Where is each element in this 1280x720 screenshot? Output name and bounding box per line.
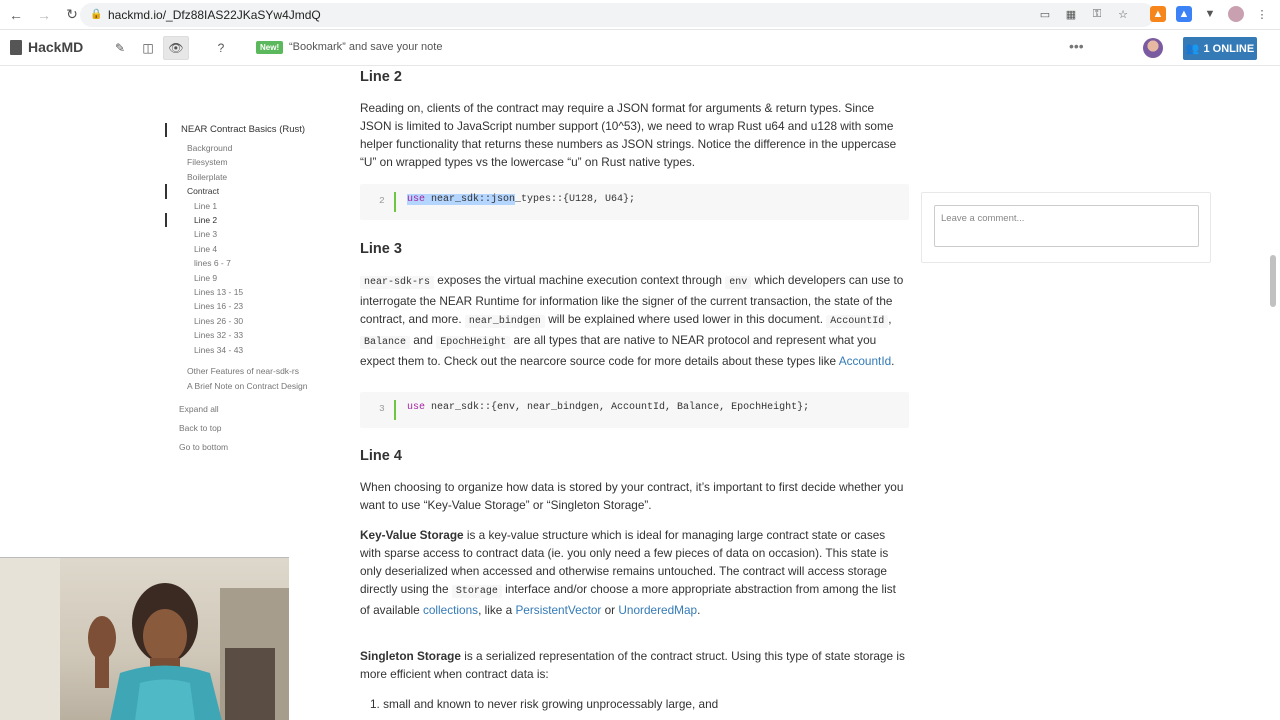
toc-item-lines-34-43[interactable]: Lines 34 - 43	[165, 343, 335, 357]
key-value-paragraph: Key-Value Storage is a key-value structu…	[360, 528, 896, 617]
scrollbar-thumb[interactable]	[1270, 255, 1276, 307]
comment-panel: Leave a comment...	[921, 192, 1211, 263]
toc-item-lines-6-7[interactable]: lines 6 - 7	[165, 256, 335, 270]
online-users-button[interactable]: 👥 1 ONLINE	[1183, 37, 1257, 60]
more-menu-icon[interactable]: •••	[1069, 38, 1084, 54]
hackmd-navbar: HackMD ✎ ◫ 👁 ? New! “Bookmark” and save …	[0, 30, 1280, 66]
star-icon[interactable]: ☆	[1116, 7, 1130, 21]
back-to-top-link[interactable]: Back to top	[165, 419, 335, 438]
heading-line-3: Line 3	[360, 241, 402, 257]
avatar[interactable]	[1143, 38, 1163, 58]
columns-icon: ◫	[142, 41, 154, 55]
toc-item-lines-13-15[interactable]: Lines 13 - 15	[165, 285, 335, 299]
code-text[interactable]: use near_sdk::{env, near_bindgen, Accoun…	[407, 402, 809, 413]
toc-item-lines-16-23[interactable]: Lines 16 - 23	[165, 299, 335, 313]
line-3-paragraph: near-sdk-rs exposes the virtual machine …	[360, 273, 904, 368]
url-text: hackmd.io/_Dfz88IAS22JKaSYw4JmdQ	[108, 8, 321, 22]
shield-extension-icon[interactable]: ▲	[1176, 6, 1192, 22]
webcam-overlay	[0, 557, 289, 720]
split-mode-button[interactable]: ◫	[135, 36, 161, 60]
toc-item-background[interactable]: Background	[165, 141, 335, 155]
toc-item-lines-32-33[interactable]: Lines 32 - 33	[165, 328, 335, 342]
line-4-paragraph: When choosing to organize how data is st…	[360, 480, 904, 512]
forward-icon[interactable]: →	[32, 3, 56, 27]
table-of-contents: NEAR Contract Basics (Rust) Background F…	[165, 123, 335, 457]
heading-line-4: Line 4	[360, 448, 402, 464]
key-icon[interactable]: ⚿	[1090, 7, 1104, 21]
back-icon[interactable]: ←	[4, 3, 28, 27]
collections-link[interactable]: collections	[423, 603, 478, 617]
edit-mode-button[interactable]: ✎	[107, 36, 133, 60]
metamask-icon[interactable]: ▲	[1150, 6, 1166, 22]
menu-icon[interactable]: ⋮	[1254, 6, 1270, 22]
line-number: 3	[379, 403, 385, 414]
toc-item-filesystem[interactable]: Filesystem	[165, 155, 335, 169]
online-label: 1 ONLINE	[1203, 42, 1255, 55]
hackmd-brand[interactable]: HackMD	[10, 39, 83, 55]
pencil-icon: ✎	[114, 41, 126, 55]
toc-item-boilerplate[interactable]: Boilerplate	[165, 170, 335, 184]
singleton-paragraph: Singleton Storage is a serialized repres…	[360, 649, 905, 681]
users-icon: 👥	[1185, 43, 1200, 55]
presenter-video-icon	[0, 558, 289, 720]
toc-title[interactable]: NEAR Contract Basics (Rust)	[165, 123, 335, 137]
accountid-link[interactable]: AccountId	[839, 354, 891, 368]
lock-icon: 🔒	[90, 9, 103, 20]
toc-item-line-3[interactable]: Line 3	[165, 227, 335, 241]
code-block-line-3: 3 use near_sdk::{env, near_bindgen, Acco…	[360, 392, 909, 428]
cast-icon[interactable]: ▭	[1038, 7, 1052, 21]
expand-all-link[interactable]: Expand all	[165, 400, 335, 419]
line-2-paragraph: Reading on, clients of the contract may …	[360, 101, 897, 169]
toc-item-line-4[interactable]: Line 4	[165, 242, 335, 256]
line-marker	[394, 400, 396, 420]
view-mode-button[interactable]: 👁	[163, 36, 189, 60]
toc-item-contract-design[interactable]: A Brief Note on Contract Design	[165, 379, 335, 393]
toc-item-other-features[interactable]: Other Features of near-sdk-rs	[165, 364, 335, 378]
question-icon: ?	[217, 41, 225, 55]
toc-item-line-9[interactable]: Line 9	[165, 271, 335, 285]
line-number: 2	[379, 195, 385, 206]
heading-line-2: Line 2	[360, 69, 402, 85]
toc-item-contract[interactable]: Contract	[165, 184, 335, 199]
eye-icon: 👁	[168, 41, 184, 55]
qr-icon[interactable]: ▦	[1064, 7, 1078, 21]
list-item: 1. small and known to never risk growing…	[370, 697, 719, 711]
code-text[interactable]: use near_sdk::json_types::{U128, U64};	[407, 194, 635, 205]
unorderedmap-link[interactable]: UnorderedMap	[618, 603, 697, 617]
toc-item-line-2[interactable]: Line 2	[165, 213, 335, 228]
code-block-line-2: 2 use near_sdk::json_types::{U128, U64};	[360, 184, 909, 220]
profile-icon[interactable]	[1228, 6, 1244, 22]
comment-input[interactable]: Leave a comment...	[934, 205, 1199, 247]
brand-name: HackMD	[28, 39, 84, 55]
bookmark-prompt[interactable]: “Bookmark” and save your note	[289, 41, 442, 53]
help-button[interactable]: ?	[208, 36, 234, 60]
go-to-bottom-link[interactable]: Go to bottom	[165, 438, 335, 457]
line-marker	[394, 192, 396, 212]
extensions-icon[interactable]: ▼	[1202, 6, 1218, 22]
toc-item-lines-26-30[interactable]: Lines 26 - 30	[165, 314, 335, 328]
singleton-list: 1. small and known to never risk growing…	[370, 695, 718, 713]
toc-item-line-1[interactable]: Line 1	[165, 199, 335, 213]
address-bar[interactable]: 🔒 hackmd.io/_Dfz88IAS22JKaSYw4JmdQ	[80, 3, 1155, 27]
hackmd-logo-icon	[10, 39, 22, 55]
browser-toolbar: ← → ↻ 🔒 hackmd.io/_Dfz88IAS22JKaSYw4JmdQ…	[0, 0, 1280, 30]
new-badge: New!	[256, 41, 284, 54]
persistentvector-link[interactable]: PersistentVector	[515, 603, 601, 617]
